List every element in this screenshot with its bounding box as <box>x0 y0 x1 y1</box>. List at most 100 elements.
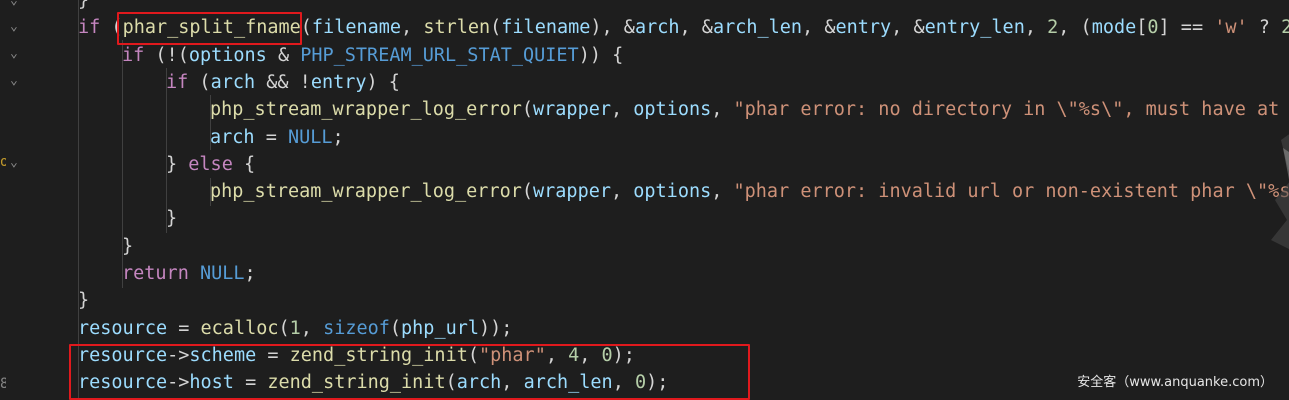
code-token: } <box>166 208 178 230</box>
code-token: NULL <box>199 263 245 284</box>
code-token: ) { <box>366 71 400 93</box>
code-token: entry_len <box>924 17 1025 39</box>
code-token: php_stream_wrapper_log_error <box>210 99 522 121</box>
code-line[interactable]: php_stream_wrapper_log_error(wrapper, op… <box>210 96 1289 123</box>
code-token: if <box>78 17 101 39</box>
code-token: 1 <box>289 317 301 339</box>
code-token: } <box>78 0 90 11</box>
code-token: ( <box>278 317 290 339</box>
code-token: )); <box>479 317 513 339</box>
code-token: 2 <box>1281 17 1289 39</box>
code-token: else <box>188 153 233 175</box>
code-token: , <box>711 99 734 121</box>
code-token: , <box>711 181 734 203</box>
code-token: arch <box>210 126 255 148</box>
code-line[interactable]: } <box>166 205 177 232</box>
code-token: php_url <box>401 317 479 339</box>
code-token: NULL <box>287 126 333 148</box>
chevron-down-icon[interactable]: ⌄ <box>10 156 24 170</box>
code-token: strlen <box>423 17 491 39</box>
code-token: ( <box>389 317 402 339</box>
code-token: "phar error: invalid url or non-existent… <box>733 181 1289 203</box>
code-line[interactable]: resource = ecalloc(1, sizeof(php_url)); <box>78 315 512 342</box>
mascot-fragment-image <box>1271 134 1289 249</box>
code-token: = <box>167 317 201 339</box>
line-number-fragment: o <box>0 154 6 170</box>
code-line[interactable]: if (!(options & PHP_STREAM_URL_STAT_QUIE… <box>122 42 623 69</box>
code-line[interactable]: arch = NULL; <box>210 124 344 151</box>
code-token: , <box>1024 17 1048 39</box>
code-token: wrapper <box>533 181 611 203</box>
code-token: entry <box>310 71 367 93</box>
code-line[interactable]: return NULL; <box>122 260 256 287</box>
code-token: 2 <box>1047 17 1059 39</box>
code-token: { <box>232 153 256 175</box>
code-line[interactable]: } <box>78 0 89 14</box>
code-token: ecalloc <box>200 317 279 339</box>
code-line[interactable]: if (arch && !entry) { <box>166 69 400 96</box>
code-token: arch <box>210 71 256 93</box>
code-editor[interactable]: } if (phar_split_fname(filename, strlen(f… <box>36 0 1289 400</box>
highlight-box-phar-split-fname <box>117 12 302 45</box>
code-token: options <box>633 181 712 203</box>
code-token: sizeof <box>323 317 390 339</box>
code-token: ( <box>300 17 312 39</box>
code-token: php_stream_wrapper_log_error <box>210 181 522 203</box>
code-token: , & <box>891 17 925 39</box>
code-token: mode <box>1091 17 1137 39</box>
code-token: filename <box>501 17 591 39</box>
code-token: arch_len <box>712 17 803 39</box>
code-token: , & <box>679 17 713 39</box>
code-token: if <box>166 71 189 93</box>
code-token: options <box>633 99 712 121</box>
code-line[interactable]: php_stream_wrapper_log_error(wrapper, op… <box>210 178 1289 205</box>
code-token: ; <box>332 126 344 148</box>
code-token: } <box>166 153 189 175</box>
code-line[interactable]: } else { <box>166 151 255 178</box>
code-token: options <box>188 44 267 66</box>
line-number-fragment: 8 <box>0 376 6 392</box>
code-token: , & <box>802 17 836 39</box>
code-token: entry <box>835 17 892 39</box>
editor-gutter: ⌄ ⌄ ⌄ ⌄ ⌄ o 8 <box>0 0 36 400</box>
chevron-down-icon[interactable]: ⌄ <box>10 74 24 88</box>
code-line[interactable]: } <box>122 233 133 260</box>
code-token: } <box>78 290 90 312</box>
chevron-down-icon[interactable]: ⌄ <box>10 47 24 61</box>
code-token: , <box>401 17 424 39</box>
code-token: , <box>300 317 324 339</box>
code-token: ( <box>521 99 534 121</box>
watermark-text: 安全客（www.anquanke.com） <box>1077 375 1273 390</box>
code-token: wrapper <box>533 99 611 121</box>
code-token: 0 <box>1147 17 1159 39</box>
code-token: ? <box>1247 17 1282 39</box>
code-token: & <box>266 44 301 66</box>
code-token: 'w' <box>1214 17 1248 39</box>
code-token: "phar error: no directory in \"%s\", mus… <box>733 99 1289 121</box>
code-token: , <box>610 99 634 121</box>
code-token: = <box>254 126 288 148</box>
code-token: ), & <box>590 17 635 39</box>
code-token: ; <box>244 263 256 284</box>
code-line[interactable]: } <box>78 287 89 314</box>
code-token: ( <box>521 181 534 203</box>
code-token: ] == <box>1158 17 1215 39</box>
code-token: PHP_STREAM_URL_STAT_QUIET <box>300 44 579 66</box>
code-token: , ( <box>1058 17 1092 39</box>
chevron-down-icon[interactable]: ⌄ <box>10 0 24 8</box>
chevron-down-icon[interactable]: ⌄ <box>10 20 24 34</box>
highlight-box-resource-init <box>69 344 750 400</box>
code-token: if <box>122 44 145 66</box>
code-token: [ <box>1136 17 1148 39</box>
code-token: arch <box>634 17 680 39</box>
code-token: filename <box>311 17 402 39</box>
code-token: ( <box>188 71 211 93</box>
code-token: ( <box>490 17 502 39</box>
code-token: , <box>610 181 634 203</box>
code-token: return <box>122 263 189 284</box>
code-token: resource <box>78 317 168 339</box>
code-token: } <box>122 235 134 257</box>
code-token: && ! <box>255 71 311 93</box>
code-token: )) { <box>578 44 624 66</box>
